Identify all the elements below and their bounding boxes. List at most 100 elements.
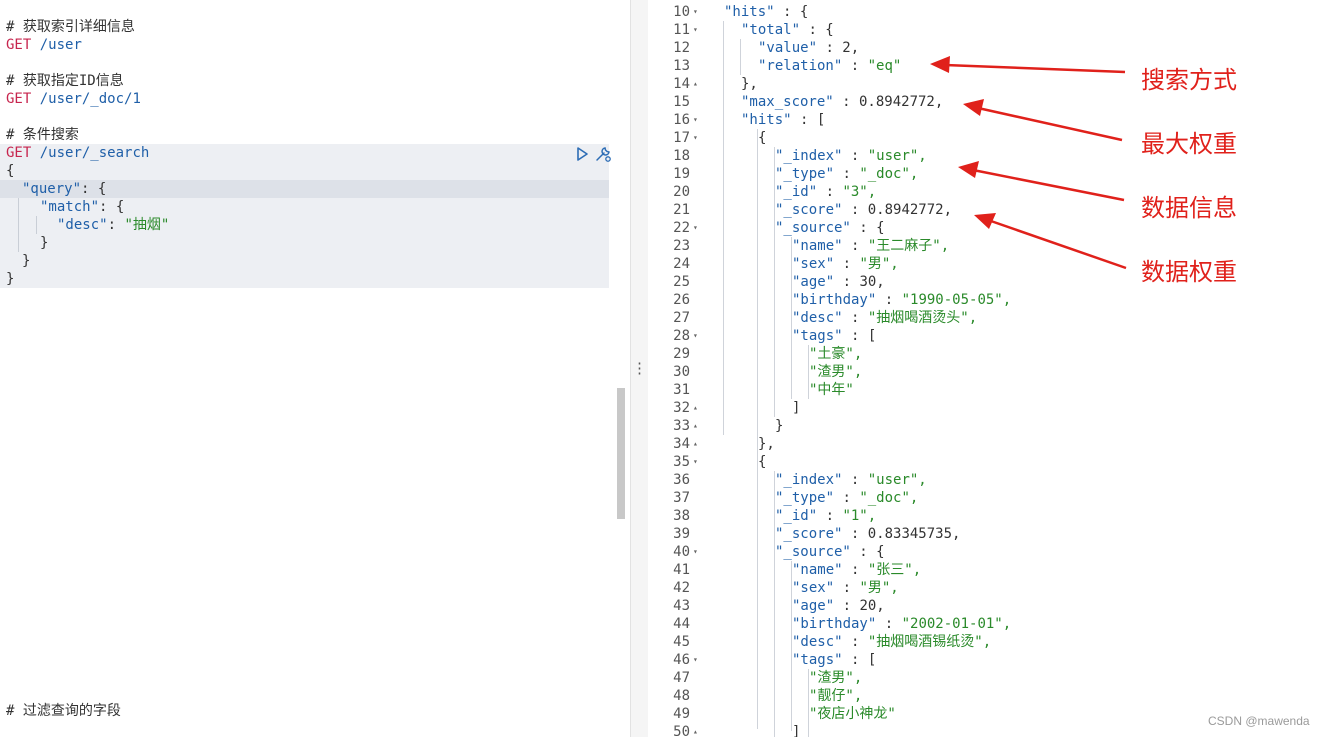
line-number: 10 [673, 4, 690, 20]
response-json-line: ] [792, 724, 801, 737]
play-icon[interactable] [574, 146, 590, 162]
http-method: GET [6, 145, 32, 161]
line-number: 36 [673, 472, 690, 488]
indent-guide [723, 21, 724, 435]
line-number: 32 [673, 400, 690, 416]
response-json-line: "name" : "张三", [792, 562, 922, 578]
response-json-line: ] [792, 400, 801, 416]
line-number: 28 [673, 328, 690, 344]
annotation-label: 最大权重 [1141, 130, 1237, 158]
request-path: /user [39, 37, 82, 53]
editor-comment: # 获取索引详细信息 [6, 19, 135, 35]
response-json-line: "tags" : [ [792, 328, 877, 344]
http-method: GET [6, 91, 32, 107]
indent-guide [791, 237, 792, 399]
line-number: 37 [673, 490, 690, 506]
pane-splitter[interactable]: ⋮ [630, 0, 649, 737]
editor-body-line[interactable]: "query": { [22, 180, 106, 198]
line-number: 34 [673, 436, 690, 452]
fold-expand-icon[interactable]: ▴ [693, 723, 703, 737]
indent-guide [774, 471, 775, 737]
response-json-line: { [758, 130, 767, 146]
splitter-handle-icon[interactable]: ⋮ [631, 356, 648, 380]
fold-collapse-icon[interactable]: ▾ [693, 219, 703, 237]
response-json-line: "_type" : "_doc", [775, 166, 919, 182]
line-number: 35 [673, 454, 690, 470]
editor-body-line[interactable]: } [6, 270, 14, 288]
response-json-line: "hits" : [ [741, 112, 826, 128]
line-number: 20 [673, 184, 690, 200]
fold-collapse-icon[interactable]: ▾ [693, 3, 703, 21]
editor-comment: # 过滤查询的字段 [6, 703, 121, 719]
line-number: 19 [673, 166, 690, 182]
line-number: 43 [673, 598, 690, 614]
json-key: "query" [22, 181, 82, 197]
fold-expand-icon[interactable]: ▴ [693, 417, 703, 435]
fold-collapse-icon[interactable]: ▾ [693, 111, 703, 129]
annotation-label: 数据权重 [1141, 258, 1237, 286]
line-number: 44 [673, 616, 690, 632]
indent-guide [808, 669, 809, 737]
json-punct: : { [81, 181, 107, 197]
json-key: "match" [40, 199, 100, 215]
response-json-line: "desc" : "抽烟喝酒锡纸烫", [792, 634, 992, 650]
indent-guide [18, 198, 19, 252]
http-method: GET [6, 37, 32, 53]
json-punct: : [107, 217, 125, 233]
editor-scrollbar[interactable] [617, 388, 625, 519]
line-number: 45 [673, 634, 690, 650]
json-punct: : { [99, 199, 125, 215]
response-json-line: "渣男", [809, 670, 863, 686]
line-number: 49 [673, 706, 690, 722]
fold-collapse-icon[interactable]: ▾ [693, 453, 703, 471]
line-number: 26 [673, 292, 690, 308]
fold-collapse-icon[interactable]: ▾ [693, 129, 703, 147]
response-json-line: "max_score" : 0.8942772, [741, 94, 944, 110]
response-json-line: "_score" : 0.83345735, [775, 526, 961, 542]
response-json-line: "birthday" : "1990-05-05", [792, 292, 1012, 308]
line-number: 47 [673, 670, 690, 686]
fold-expand-icon[interactable]: ▴ [693, 435, 703, 453]
fold-collapse-icon[interactable]: ▾ [693, 327, 703, 345]
indent-guide [757, 129, 758, 729]
fold-expand-icon[interactable]: ▴ [693, 75, 703, 93]
response-json-line: }, [741, 76, 758, 92]
response-json-line: "tags" : [ [792, 652, 877, 668]
editor-body-line[interactable]: } [40, 234, 48, 252]
json-key: "desc" [57, 217, 108, 233]
response-json-line: { [758, 454, 767, 470]
request-editor[interactable]: # 获取索引详细信息 GET /user # 获取指定ID信息 GET /use… [0, 0, 630, 737]
line-number: 15 [673, 94, 690, 110]
line-number: 40 [673, 544, 690, 560]
line-number: 50 [673, 724, 690, 737]
fold-collapse-icon[interactable]: ▾ [693, 543, 703, 561]
fold-collapse-icon[interactable]: ▾ [693, 21, 703, 39]
response-json-line: "age" : 30, [792, 274, 885, 290]
indent-guide [36, 216, 37, 234]
response-json-line: "_index" : "user", [775, 472, 927, 488]
json-string: "抽烟" [124, 217, 170, 233]
editor-request-line[interactable]: GET /user [6, 36, 82, 54]
response-json-line: "_source" : { [775, 220, 885, 236]
editor-request-line[interactable]: GET /user/_search [6, 144, 149, 162]
response-json-line: "sex" : "男", [792, 256, 899, 272]
editor-body-line[interactable]: "desc": "抽烟" [57, 216, 169, 234]
editor-body-line[interactable]: } [22, 252, 30, 270]
line-number: 42 [673, 580, 690, 596]
response-json-line: "_score" : 0.8942772, [775, 202, 953, 218]
line-number: 12 [673, 40, 690, 56]
editor-body-line[interactable]: "match": { [40, 198, 124, 216]
editor-body-line[interactable]: { [6, 162, 14, 180]
response-json-line: "渣男", [809, 364, 863, 380]
wrench-icon[interactable] [594, 145, 612, 163]
editor-comment: # 条件搜索 [6, 127, 79, 143]
response-json-line: "夜店小神龙" [809, 706, 896, 722]
watermark: CSDN @mawenda [1208, 714, 1310, 728]
indent-guide [808, 345, 809, 399]
fold-expand-icon[interactable]: ▴ [693, 399, 703, 417]
line-number: 25 [673, 274, 690, 290]
editor-request-line[interactable]: GET /user/_doc/1 [6, 90, 141, 108]
response-viewer: 10 ▾ 11 ▾ 12 13 14 ▴ 15 16 ▾ 17 ▾ 18 19 20 21 22 ▾ 23 24 25 26… [648, 0, 1325, 737]
fold-collapse-icon[interactable]: ▾ [693, 651, 703, 669]
response-json-line: "土豪", [809, 346, 863, 362]
